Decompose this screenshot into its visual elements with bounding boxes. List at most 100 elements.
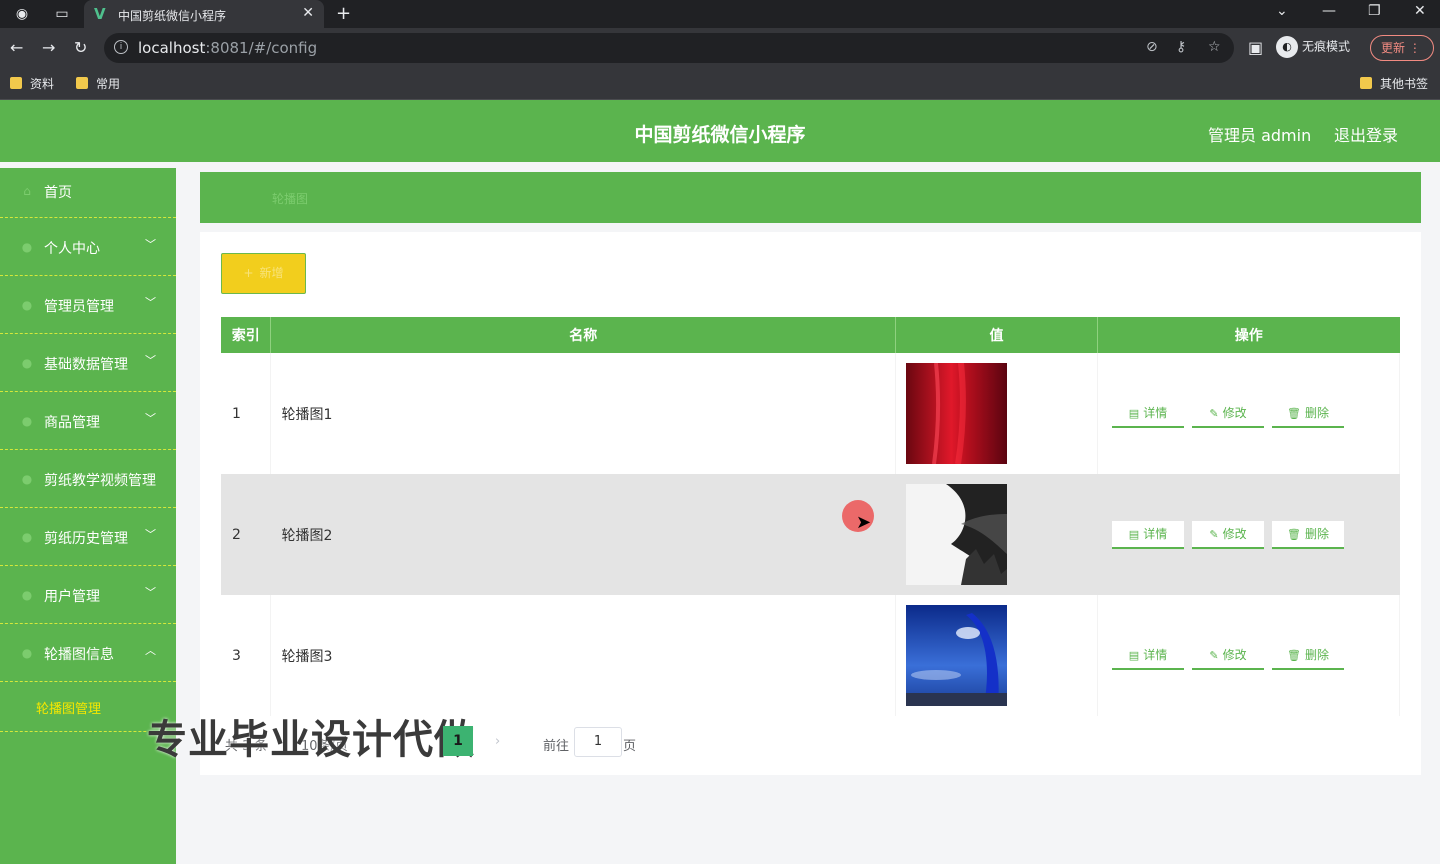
tab-title: 中国剪纸微信小程序 (118, 9, 227, 23)
bookmarks-bar: 资料 常用 其他书签 (0, 68, 1440, 100)
side-panel-icon[interactable]: ▣ (1248, 38, 1263, 57)
table-row: 2 轮播图2 ▤ 详情 ✎ 修改 🗑 删除 (221, 474, 1400, 595)
delete-button[interactable]: 🗑 删除 (1272, 520, 1345, 549)
browser-toolbar: ← → ↻ i localhost:8081/#/config ⊘ ⚷ ☆ ▣ … (0, 28, 1440, 68)
update-button[interactable]: 更新 ⋮ (1370, 35, 1434, 61)
url-text: localhost:8081/#/config (138, 39, 318, 57)
home-icon: ⌂ (23, 184, 31, 198)
current-page[interactable]: 1 (443, 726, 473, 756)
row-index: 3 (221, 595, 272, 716)
vue-favicon-icon: V (94, 5, 106, 23)
back-icon[interactable]: ← (10, 38, 23, 57)
video-icon: ● (21, 472, 33, 486)
logout-link[interactable]: 退出登录 (1334, 122, 1398, 146)
document-icon: ▤ (1128, 406, 1140, 420)
row-index: 2 (221, 474, 272, 595)
edit-button[interactable]: ✎ 修改 (1192, 399, 1265, 428)
new-tab-icon[interactable]: + (336, 3, 351, 24)
plus-icon: + (243, 266, 254, 280)
blocked-popup-icon[interactable]: ⊘ (1146, 39, 1158, 55)
tab-close-icon[interactable]: ✕ (302, 5, 314, 21)
chevron-down-icon: ﹀ (145, 238, 156, 251)
minimize-icon[interactable]: — (1322, 3, 1336, 19)
sidebar-item-admin-management[interactable]: ● 管理员管理 ﹀ (0, 276, 176, 334)
app-header: 中国剪纸微信小程序 管理员 admin 退出登录 (0, 100, 1440, 162)
sidebar-item-product-management[interactable]: ● 商品管理 ﹀ (0, 392, 176, 450)
carousel-image-blue-sky-sculpture[interactable] (906, 605, 1008, 706)
edit-button[interactable]: ✎ 修改 (1192, 641, 1265, 670)
edit-button[interactable]: ✎ 修改 (1192, 520, 1265, 549)
chevron-down-icon: ﹀ (145, 586, 156, 599)
add-button[interactable]: + 新增 (221, 253, 306, 294)
incognito-indicator[interactable]: ◐ 无痕模式 (1276, 36, 1350, 58)
carousel-image-ink-landscape[interactable] (906, 484, 1008, 585)
row-image-cell (895, 595, 1099, 716)
document-icon: ▤ (1128, 648, 1140, 662)
trash-icon: 🗑 (1287, 406, 1301, 420)
sidebar-item-base-data[interactable]: ● 基础数据管理 ﹀ (0, 334, 176, 392)
tab-overview-icon[interactable]: ▭ (54, 6, 70, 22)
address-bar[interactable]: i localhost:8081/#/config ⊘ ⚷ ☆ (104, 33, 1234, 63)
row-actions: ▤ 详情 ✎ 修改 🗑 删除 (1097, 595, 1400, 716)
bookmark-folder-changyong[interactable]: 常用 (76, 75, 120, 92)
carousel-icon: ● (21, 646, 33, 660)
mouse-cursor-icon: ➤ (856, 512, 872, 533)
chevron-down-icon: ﹀ (145, 354, 156, 367)
site-info-icon[interactable]: i (114, 40, 128, 54)
sidebar-item-home[interactable]: ⌂ 首页 (0, 168, 176, 218)
detail-button[interactable]: ▤ 详情 (1112, 641, 1185, 670)
delete-button[interactable]: 🗑 删除 (1272, 399, 1345, 428)
sidebar-item-history-management[interactable]: ● 剪纸历史管理 ﹀ (0, 508, 176, 566)
browser-tab[interactable]: V 中国剪纸微信小程序 ✕ (84, 0, 324, 28)
page-suffix: 页 (623, 739, 637, 754)
sidebar-item-video-management[interactable]: ● 剪纸教学视频管理 (0, 450, 176, 508)
sidebar-item-label: 用户管理 (44, 589, 100, 605)
row-name: 轮播图2 (270, 474, 897, 595)
bookmark-folder-ziliao[interactable]: 资料 (10, 75, 54, 92)
browser-globe-icon[interactable]: ◉ (14, 6, 30, 22)
goto-label: 前往 (543, 739, 570, 754)
browser-tab-strip: ◉ ▭ V 中国剪纸微信小程序 ✕ + ⌄ — ❐ ✕ (0, 0, 1440, 28)
sidebar-item-carousel-info[interactable]: ● 轮播图信息 ︿ (0, 624, 176, 682)
sidebar-item-label: 剪纸历史管理 (44, 531, 128, 547)
tab-search-icon[interactable]: ⌄ (1276, 3, 1288, 19)
bookmark-star-icon[interactable]: ☆ (1208, 39, 1221, 55)
pencil-icon: ✎ (1209, 406, 1219, 420)
next-page-icon[interactable]: › (495, 734, 500, 749)
row-actions: ▤ 详情 ✎ 修改 🗑 删除 (1097, 474, 1400, 595)
row-name: 轮播图3 (270, 595, 897, 716)
row-image-cell (895, 353, 1099, 474)
sidebar-item-label: 商品管理 (44, 415, 100, 431)
sidebar-item-label: 轮播图信息 (44, 647, 114, 663)
folder-icon (76, 77, 88, 89)
sidebar-item-label: 剪纸教学视频管理 (44, 473, 156, 489)
chevron-down-icon: ﹀ (145, 296, 156, 309)
goto-page-input[interactable]: 1 (574, 727, 622, 757)
trash-icon: 🗑 (1287, 648, 1301, 662)
incognito-icon: ◐ (1276, 36, 1298, 58)
detail-button[interactable]: ▤ 详情 (1112, 520, 1185, 549)
sidebar-item-label: 个人中心 (44, 241, 100, 257)
sidebar-subitem-label: 轮播图管理 (36, 702, 102, 717)
detail-button[interactable]: ▤ 详情 (1112, 399, 1185, 428)
table-row: 1 轮播图1 ▤ 详情 ✎ 修改 🗑 删除 (221, 353, 1400, 474)
sidebar-item-personal-center[interactable]: ● 个人中心 ﹀ (0, 218, 176, 276)
admin-label: 管理员 admin (1208, 126, 1312, 145)
col-header-name: 名称 (270, 317, 897, 353)
restore-icon[interactable]: ❐ (1368, 3, 1381, 19)
breadcrumb-current[interactable]: 轮播图 (272, 190, 308, 207)
other-bookmarks[interactable]: 其他书签 (1360, 75, 1428, 92)
chevron-down-icon: ﹀ (145, 412, 156, 425)
carousel-image-red-curtain[interactable] (906, 363, 1008, 464)
forward-icon[interactable]: → (42, 38, 55, 57)
delete-button[interactable]: 🗑 删除 (1272, 641, 1345, 670)
users-icon: ● (21, 588, 33, 602)
row-actions: ▤ 详情 ✎ 修改 🗑 删除 (1097, 353, 1400, 474)
row-index: 1 (221, 353, 272, 474)
col-header-value: 值 (895, 317, 1099, 353)
sidebar-item-user-management[interactable]: ● 用户管理 ﹀ (0, 566, 176, 624)
window-close-icon[interactable]: ✕ (1414, 3, 1426, 19)
history-icon: ● (21, 530, 33, 544)
key-icon[interactable]: ⚷ (1176, 39, 1186, 55)
reload-icon[interactable]: ↻ (74, 38, 87, 57)
